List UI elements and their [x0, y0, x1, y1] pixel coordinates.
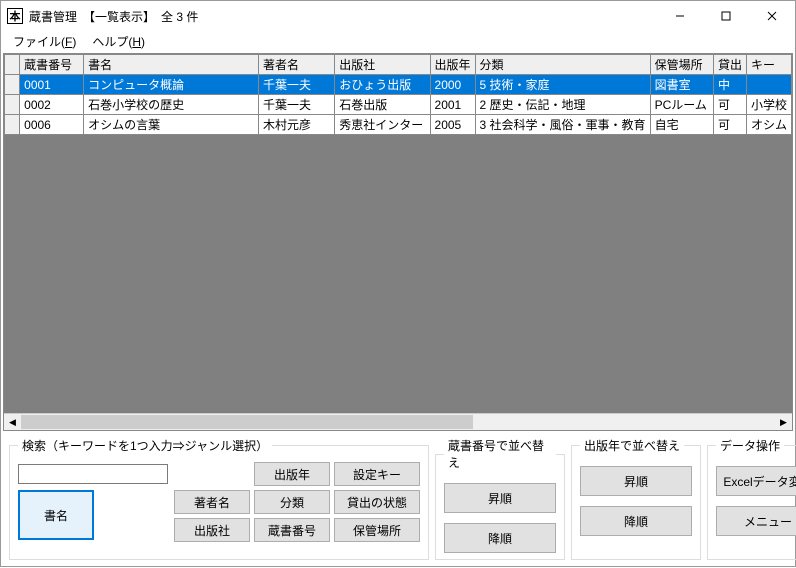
- sort-by-id-group: 蔵書番号で並べ替え 昇順 降順: [435, 437, 565, 560]
- search-by-loanstate-button[interactable]: 貸出の状態: [334, 490, 420, 514]
- sort-id-legend: 蔵書番号で並べ替え: [444, 437, 556, 471]
- table-row[interactable]: 0006オシムの言葉木村元彦秀恵社インター20053 社会科学・風俗・軍事・教育…: [5, 115, 792, 135]
- cell-year[interactable]: 2000: [430, 75, 475, 95]
- col-id[interactable]: 蔵書番号: [20, 55, 84, 75]
- scroll-thumb[interactable]: [21, 415, 473, 429]
- minimize-icon: [675, 11, 685, 21]
- cell-id[interactable]: 0006: [20, 115, 84, 135]
- sort-year-legend: 出版年で並べ替え: [580, 437, 684, 454]
- sort-id-asc-button[interactable]: 昇順: [444, 483, 556, 513]
- cell-author[interactable]: 木村元彦: [259, 115, 335, 135]
- cell-category[interactable]: 2 歴史・伝記・地理: [475, 95, 650, 115]
- scroll-track[interactable]: [21, 414, 775, 430]
- cell-location[interactable]: PCルーム: [650, 95, 713, 115]
- search-group: 検索（キーワードを1つ入力⇒ジャンル選択） 書名 出版年 設定キー 著者名 分類…: [9, 437, 429, 560]
- horizontal-scrollbar[interactable]: ◀ ▶: [4, 413, 792, 430]
- cell-loan[interactable]: 可: [713, 115, 746, 135]
- scroll-left-button[interactable]: ◀: [4, 414, 21, 430]
- col-year[interactable]: 出版年: [430, 55, 475, 75]
- cell-loan[interactable]: 可: [713, 95, 746, 115]
- cell-name[interactable]: コンピュータ概論: [84, 75, 259, 95]
- sort-year-desc-button[interactable]: 降順: [580, 506, 692, 536]
- col-loan[interactable]: 貸出: [713, 55, 746, 75]
- cell-key[interactable]: [746, 75, 791, 95]
- row-handle[interactable]: [5, 75, 20, 95]
- search-by-category-button[interactable]: 分類: [254, 490, 330, 514]
- search-by-publisher-button[interactable]: 出版社: [174, 518, 250, 542]
- col-name[interactable]: 書名: [84, 55, 259, 75]
- cell-year[interactable]: 2005: [430, 115, 475, 135]
- search-by-location-button[interactable]: 保管場所: [334, 518, 420, 542]
- header-row: 蔵書番号 書名 著者名 出版社 出版年 分類 保管場所 貸出 キー: [5, 55, 792, 75]
- scroll-right-button[interactable]: ▶: [775, 414, 792, 430]
- excel-export-button[interactable]: Excelデータ変換: [716, 466, 796, 496]
- menubar: ファイル(F) ヘルプ(H): [1, 31, 795, 51]
- table-row[interactable]: 0002石巻小学校の歴史千葉一夫石巻出版20012 歴史・伝記・地理PCルーム可…: [5, 95, 792, 115]
- search-by-author-button[interactable]: 著者名: [174, 490, 250, 514]
- cell-author[interactable]: 千葉一夫: [259, 75, 335, 95]
- search-by-name-button[interactable]: 書名: [18, 490, 94, 540]
- cell-author[interactable]: 千葉一夫: [259, 95, 335, 115]
- maximize-icon: [721, 11, 731, 21]
- app-icon: 本: [7, 8, 23, 24]
- col-category[interactable]: 分類: [475, 55, 650, 75]
- close-button[interactable]: [749, 1, 795, 31]
- close-icon: [767, 11, 777, 21]
- data-ops-legend: データ操作: [716, 437, 784, 454]
- sort-year-asc-button[interactable]: 昇順: [580, 466, 692, 496]
- cell-location[interactable]: 図書室: [650, 75, 713, 95]
- titlebar: 本 蔵書管理 【一覧表示】 全 3 件: [1, 1, 795, 31]
- data-ops-group: データ操作 Excelデータ変換 メニュー: [707, 437, 796, 560]
- menu-help[interactable]: ヘルプ(H): [84, 31, 153, 52]
- col-location[interactable]: 保管場所: [650, 55, 713, 75]
- maximize-button[interactable]: [703, 1, 749, 31]
- row-selector-header[interactable]: [5, 55, 20, 75]
- sort-by-year-group: 出版年で並べ替え 昇順 降順: [571, 437, 701, 560]
- cell-location[interactable]: 自宅: [650, 115, 713, 135]
- menu-file[interactable]: ファイル(F): [5, 31, 84, 52]
- cell-key[interactable]: 小学校: [746, 95, 791, 115]
- data-grid[interactable]: 蔵書番号 書名 著者名 出版社 出版年 分類 保管場所 貸出 キー 0001コン…: [3, 53, 793, 431]
- sort-id-desc-button[interactable]: 降順: [444, 523, 556, 553]
- menu-button[interactable]: メニュー: [716, 506, 796, 536]
- cell-category[interactable]: 5 技術・家庭: [475, 75, 650, 95]
- cell-publisher[interactable]: おひょう出版: [335, 75, 430, 95]
- data-table: 蔵書番号 書名 著者名 出版社 出版年 分類 保管場所 貸出 キー 0001コン…: [4, 54, 792, 135]
- col-author[interactable]: 著者名: [259, 55, 335, 75]
- search-legend: 検索（キーワードを1つ入力⇒ジャンル選択）: [18, 437, 272, 454]
- cell-loan[interactable]: 中: [713, 75, 746, 95]
- cell-id[interactable]: 0001: [20, 75, 84, 95]
- cell-publisher[interactable]: 石巻出版: [335, 95, 430, 115]
- search-by-year-button[interactable]: 出版年: [254, 462, 330, 486]
- col-publisher[interactable]: 出版社: [335, 55, 430, 75]
- window-title: 蔵書管理 【一覧表示】 全 3 件: [29, 8, 657, 25]
- search-by-id-button[interactable]: 蔵書番号: [254, 518, 330, 542]
- cell-category[interactable]: 3 社会科学・風俗・軍事・教育: [475, 115, 650, 135]
- col-key[interactable]: キー: [746, 55, 791, 75]
- row-handle[interactable]: [5, 115, 20, 135]
- table-row[interactable]: 0001コンピュータ概論千葉一夫おひょう出版20005 技術・家庭図書室中: [5, 75, 792, 95]
- cell-publisher[interactable]: 秀恵社インター: [335, 115, 430, 135]
- search-input[interactable]: [18, 464, 168, 484]
- minimize-button[interactable]: [657, 1, 703, 31]
- search-by-setkey-button[interactable]: 設定キー: [334, 462, 420, 486]
- cell-name[interactable]: オシムの言葉: [84, 115, 259, 135]
- cell-id[interactable]: 0002: [20, 95, 84, 115]
- cell-key[interactable]: オシム: [746, 115, 791, 135]
- cell-year[interactable]: 2001: [430, 95, 475, 115]
- row-handle[interactable]: [5, 95, 20, 115]
- cell-name[interactable]: 石巻小学校の歴史: [84, 95, 259, 115]
